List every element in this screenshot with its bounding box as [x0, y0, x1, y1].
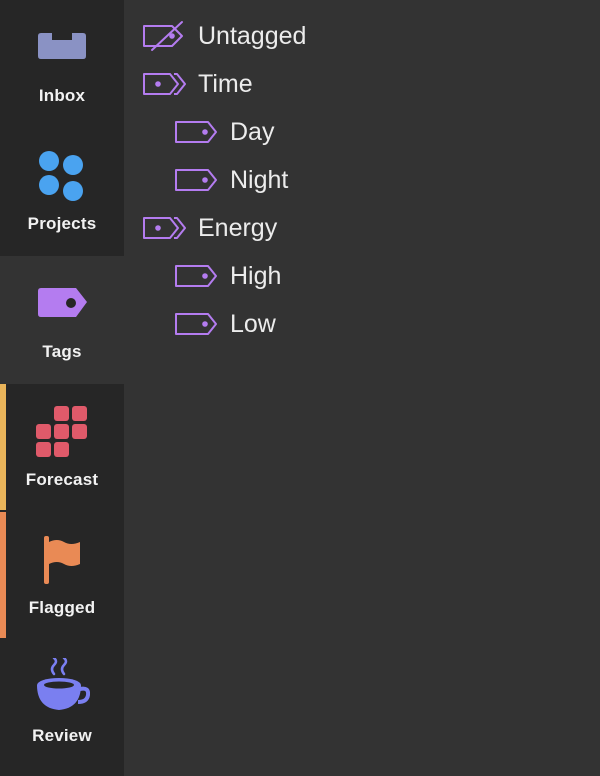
sidebar: Inbox Projects Tags Forecast Flagged Rev… — [0, 0, 124, 776]
sidebar-item-label: Review — [32, 726, 92, 745]
sidebar-item-label: Forecast — [25, 470, 99, 489]
flag-icon — [0, 534, 124, 586]
sidebar-item-label: Tags — [42, 342, 82, 361]
tag-icon — [174, 164, 218, 196]
sidebar-item-flagged[interactable]: Flagged — [0, 512, 124, 640]
tag-label: Day — [230, 117, 275, 146]
tag-row-day[interactable]: Day — [174, 108, 274, 156]
coffee-cup-icon — [0, 658, 124, 718]
inbox-icon — [0, 30, 124, 64]
tag-label: Time — [198, 69, 253, 98]
tag-label: Low — [230, 309, 276, 338]
tag-label: Night — [230, 165, 289, 194]
untagged-icon — [142, 20, 186, 52]
tag-group-icon — [142, 68, 186, 100]
sidebar-item-review[interactable]: Review — [0, 640, 124, 768]
tag-list: Untagged Time Day Night Energy High Low — [124, 0, 600, 776]
sidebar-item-forecast[interactable]: Forecast — [0, 384, 124, 512]
tag-label: High — [230, 261, 282, 290]
projects-icon — [0, 148, 124, 204]
tag-row-time[interactable]: Time — [142, 60, 253, 108]
tag-icon — [0, 286, 124, 320]
sidebar-item-projects[interactable]: Projects — [0, 128, 124, 256]
tag-icon — [174, 260, 218, 292]
tag-label: Energy — [198, 213, 278, 242]
tag-icon — [174, 308, 218, 340]
tag-row-high[interactable]: High — [174, 252, 281, 300]
tag-group-icon — [142, 212, 186, 244]
tag-row-untagged[interactable]: Untagged — [142, 12, 306, 60]
sidebar-item-label: Inbox — [38, 86, 86, 105]
sidebar-item-inbox[interactable]: Inbox — [0, 0, 124, 128]
forecast-icon — [0, 404, 124, 460]
tag-row-low[interactable]: Low — [174, 300, 276, 348]
sidebar-item-label: Projects — [27, 214, 97, 233]
sidebar-item-label: Flagged — [28, 598, 96, 617]
sidebar-item-tags[interactable]: Tags — [0, 256, 124, 384]
tags-window: Inbox Projects Tags Forecast Flagged Rev… — [0, 0, 600, 776]
tag-row-energy[interactable]: Energy — [142, 204, 277, 252]
tag-label: Untagged — [198, 21, 307, 50]
tag-row-night[interactable]: Night — [174, 156, 288, 204]
tag-icon — [174, 116, 218, 148]
